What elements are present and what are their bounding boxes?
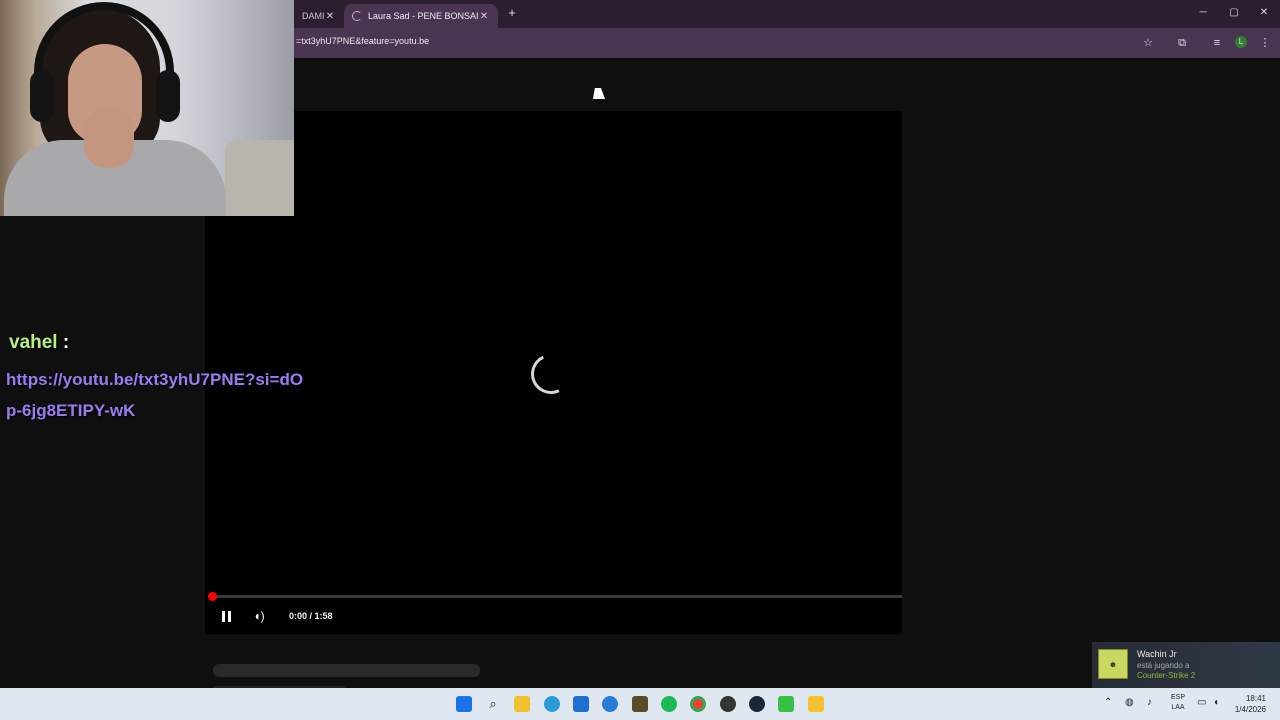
tab-label: DAMIL (302, 11, 324, 21)
maximize-button[interactable]: ▢ (1225, 5, 1243, 21)
steam-notification[interactable]: ☻ Wachin Jr está jugando a Counter-Strik… (1092, 642, 1280, 688)
volume-button[interactable]: ◖) (251, 607, 267, 625)
title-placeholder (213, 664, 480, 677)
chat-username: vahel : (9, 332, 70, 353)
progress-scrubber[interactable] (208, 592, 217, 601)
loading-spinner-icon (525, 348, 577, 400)
video-player[interactable]: ◖) 0:00 / 1:58 (205, 111, 902, 634)
store-icon[interactable] (570, 693, 592, 715)
url-field[interactable]: =txt3yhU7PNE&feature=youtu.be (296, 36, 429, 46)
file-explorer-icon[interactable] (511, 693, 533, 715)
chat-message: https://youtu.be/txt3yhU7PNE?si=dOp-6jg8… (6, 370, 304, 420)
windows-start-icon[interactable] (453, 693, 475, 715)
friend-game: Counter-Strike 2 (1137, 671, 1196, 680)
pause-button[interactable] (219, 607, 233, 625)
menu-icon[interactable]: ⋮ (1257, 35, 1273, 51)
tray-expand-icon[interactable]: ⌃ (1104, 697, 1112, 708)
app2-icon[interactable] (805, 693, 827, 715)
pause-icon (221, 610, 225, 622)
friend-status: está jugando a (1137, 661, 1190, 670)
volume-icon: ◖) (253, 609, 265, 623)
app-icon[interactable] (629, 693, 651, 715)
new-tab-button[interactable]: + (504, 5, 520, 21)
steam-icon[interactable] (746, 693, 768, 715)
tab-active[interactable]: Laura Sad - PENE BONSAI (Vid ✕ (344, 4, 498, 28)
language-indicator[interactable]: ESP LAA (1168, 693, 1188, 713)
friend-name: Wachin Jr (1137, 649, 1177, 659)
network-tray-icon[interactable]: ◍ (1125, 697, 1134, 708)
close-window-button[interactable]: ✕ (1255, 5, 1273, 21)
progress-bar[interactable] (212, 595, 902, 598)
time-display: 0:00 / 1:58 (289, 611, 333, 621)
spotify-icon[interactable] (658, 693, 680, 715)
tab-loading-icon (352, 11, 362, 21)
star-icon[interactable]: ☆ (1140, 35, 1156, 51)
extensions-icon[interactable]: ⧉ (1174, 35, 1190, 51)
webcam-overlay (0, 0, 294, 216)
friend-avatar: ☻ (1098, 649, 1128, 679)
edge-icon[interactable] (541, 693, 563, 715)
chrome-icon[interactable] (687, 693, 709, 715)
system-clock[interactable]: 18:41 1/4/2026 (1226, 693, 1266, 715)
display-tray-icon[interactable]: ▭ (1197, 697, 1206, 708)
mouse-cursor-icon (593, 88, 607, 99)
outlook-icon[interactable] (599, 693, 621, 715)
taskbar: ⌕ ⌃ ◍ ♪ ESP LAA ▭ ◖ 18:41 1/4/2026 (0, 688, 1280, 720)
media-icon[interactable]: ≡ (1209, 35, 1225, 51)
search-icon[interactable]: ⌕ (482, 693, 504, 715)
terminal-icon[interactable] (775, 693, 797, 715)
tab-close-icon[interactable]: ✕ (324, 11, 336, 22)
mic-tray-icon[interactable]: ♪ (1147, 697, 1152, 708)
tab-label: Laura Sad - PENE BONSAI (Vid (368, 11, 478, 21)
tab-inactive[interactable]: DAMIL ✕ (294, 4, 344, 28)
tab-close-icon[interactable]: ✕ (478, 11, 490, 22)
obs-icon[interactable] (717, 693, 739, 715)
minimize-button[interactable]: ─ (1194, 5, 1212, 21)
profile-avatar[interactable]: L (1235, 36, 1247, 48)
volume-tray-icon[interactable]: ◖ (1213, 697, 1219, 708)
